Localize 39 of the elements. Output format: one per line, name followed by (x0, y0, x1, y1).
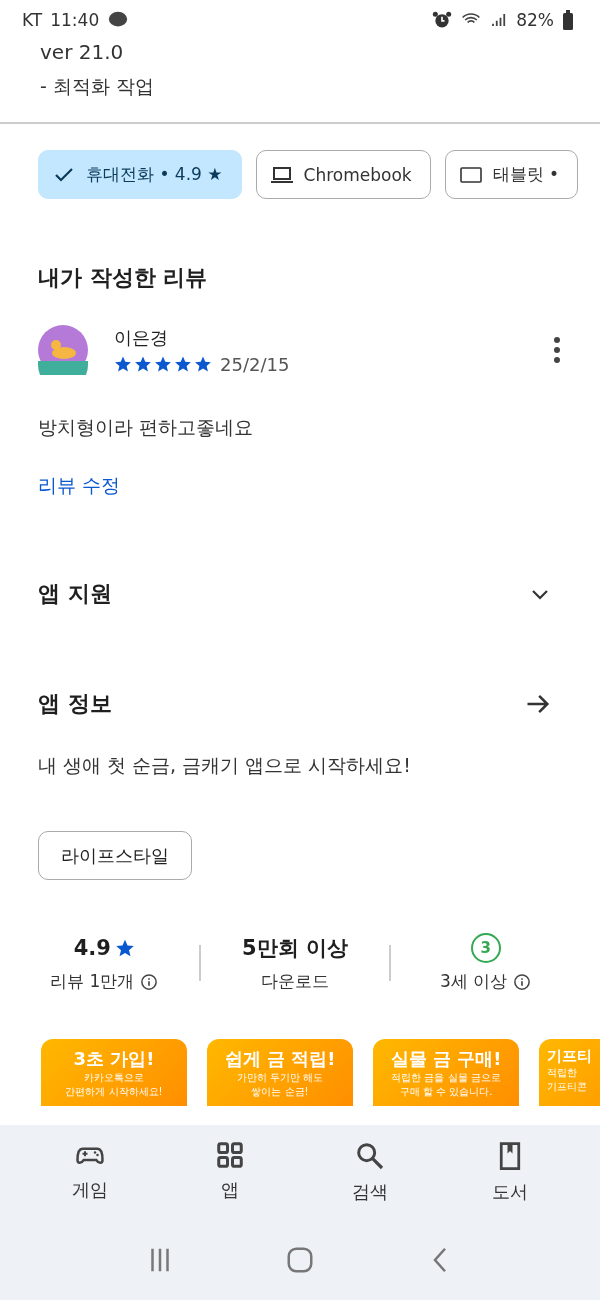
battery-level: 82% (516, 10, 554, 30)
stat-label: 다운로드 (261, 970, 329, 993)
stat-value: 4.9 (73, 936, 111, 960)
nav-tab[interactable]: 앱 (160, 1139, 300, 1205)
stat-label: 리뷰 1만개 (50, 970, 135, 993)
card-title: 실물 금 구매! (390, 1047, 502, 1071)
category-tag[interactable]: 라이프스타일 (38, 831, 192, 880)
card-caption: 쌓이는 순금! (251, 1085, 309, 1099)
card-caption: 간편하게 시작하세요! (65, 1085, 163, 1099)
edit-review-link[interactable]: 리뷰 수정 (0, 474, 159, 496)
release-notes: - 최적화 작업 (39, 74, 155, 99)
review-date: 25/2/15 (220, 353, 290, 375)
device-chip[interactable]: 태블릿 • (444, 150, 579, 199)
card-caption: 적립한 금을 실물 금으로 (391, 1071, 501, 1085)
card-title: 기프티 (547, 1047, 592, 1066)
card-caption: 기프티콘 (547, 1080, 587, 1094)
stat-value: 5만회 이상 (242, 935, 348, 962)
card-caption: 가만히 두기만 해도 (236, 1071, 324, 1085)
clock: 11:40 (50, 10, 100, 30)
app-description: 내 생애 첫 순금, 금캐기 앱으로 시작하세요! (37, 753, 412, 778)
review-text: 방치형이라 편하고좋네요 (37, 415, 255, 440)
section-heading: 앱 정보 (38, 690, 112, 718)
device-chip[interactable]: Chromebook (255, 150, 431, 199)
nav-tab[interactable]: 도서 (440, 1139, 580, 1205)
device-chip[interactable]: 휴대전화 • 4.9 ★ (38, 150, 242, 199)
version-text: ver 21.0 (39, 40, 125, 64)
nav-tab[interactable]: 검색 (300, 1139, 440, 1205)
nav-tab[interactable]: 게임 (20, 1139, 160, 1205)
card-caption: 구매 할 수 있습니다. (399, 1085, 493, 1099)
card-title: 쉽게 금 적립! (224, 1047, 336, 1071)
card-caption: 카카오톡으로 (84, 1071, 144, 1085)
stat-label: 3세 이상 (440, 970, 508, 993)
section-heading: 내가 작성한 리뷰 (37, 264, 209, 292)
carrier: KT (22, 10, 43, 30)
age-rating-badge: 3 (470, 933, 501, 963)
reviewer-name: 이은경 (114, 325, 169, 350)
section-heading: 앱 지원 (38, 580, 112, 608)
card-title: 3초 가입! (73, 1047, 155, 1071)
card-caption: 적립한 (547, 1066, 577, 1080)
